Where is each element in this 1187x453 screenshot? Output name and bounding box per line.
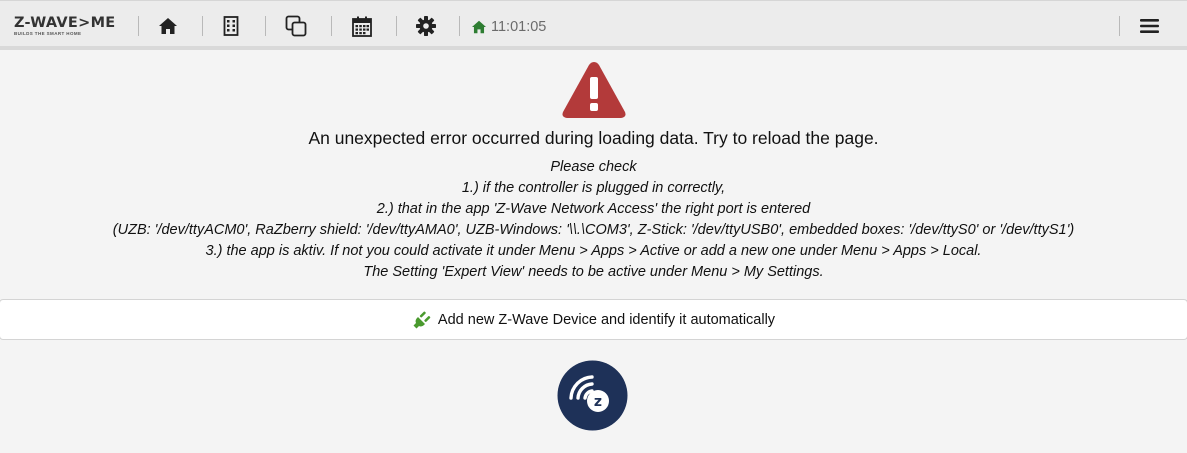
hint-line: 2.) that in the app 'Z-Wave Network Acce… — [376, 201, 811, 217]
gear-icon[interactable] — [415, 15, 437, 37]
building-icon[interactable] — [220, 15, 242, 37]
hamburger-icon[interactable] — [1137, 15, 1161, 37]
nav-divider — [331, 16, 332, 36]
hint-line: Please check — [550, 159, 637, 175]
top-navbar: Z-WAVE>ME BUILDS THE SMART HOME 11:01:05 — [0, 0, 1187, 50]
error-hints: Please check 1.) if the controller is pl… — [0, 157, 1187, 283]
nav-divider — [1119, 16, 1120, 36]
hint-line: The Setting 'Expert View' needs to be ac… — [363, 264, 824, 280]
calendar-icon[interactable] — [351, 15, 373, 37]
nav-divider — [459, 16, 460, 36]
home-icon[interactable] — [157, 15, 179, 37]
clock-time: 11:01:05 — [491, 19, 547, 35]
add-device-label: Add new Z-Wave Device and identify it au… — [437, 311, 776, 328]
plug-icon — [413, 311, 431, 328]
error-panel: An unexpected error occurred during load… — [0, 56, 1187, 283]
brand-logo[interactable]: Z-WAVE>ME BUILDS THE SMART HOME — [14, 15, 124, 41]
hint-line: 3.) the app is aktiv. If not you could a… — [205, 243, 982, 259]
nav-divider — [265, 16, 266, 36]
zwave-badge-icon: z — [557, 360, 628, 431]
hint-line: 1.) if the controller is plugged in corr… — [461, 180, 726, 196]
nav-divider — [202, 16, 203, 36]
brand-tagline: BUILDS THE SMART HOME — [14, 31, 82, 36]
error-title: An unexpected error occurred during load… — [308, 128, 879, 148]
nav-divider — [138, 16, 139, 36]
badge-letter: z — [594, 394, 602, 410]
add-device-button[interactable]: Add new Z-Wave Device and identify it au… — [0, 299, 1187, 340]
clock-home-icon — [472, 20, 486, 34]
clock: 11:01:05 — [471, 17, 546, 37]
brand-name: Z-WAVE>ME — [14, 15, 116, 31]
warning-triangle-icon — [562, 62, 625, 118]
nav-divider — [396, 16, 397, 36]
hint-line: (UZB: '/dev/ttyACM0', RaZberry shield: '… — [112, 222, 1075, 238]
copy-icon[interactable] — [285, 15, 307, 37]
